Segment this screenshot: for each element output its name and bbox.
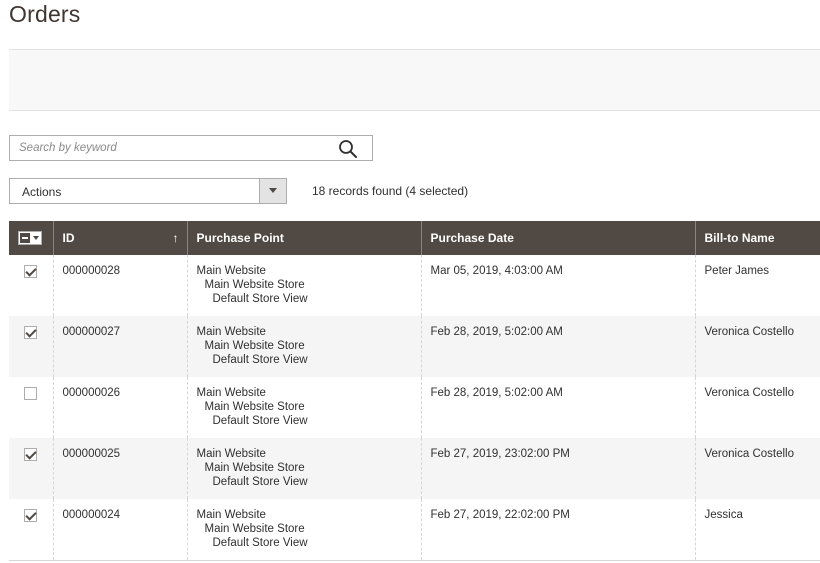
purchase-point-website: Main Website [196,265,266,277]
cell-id: 000000025 [52,438,187,499]
cell-bill-to-name: Veronica Costello [694,316,820,377]
cell-purchase-point: Main Website Main Website Store Default St… [186,377,421,438]
row-checkbox[interactable] [24,387,37,400]
cell-bill-to-name: Peter James [694,255,820,316]
purchase-point-store: Main Website Store [204,523,305,535]
purchase-point-store: Main Website Store [204,279,305,291]
column-header-id-label: ID [62,231,75,245]
purchase-point-store: Main Website Store [204,340,305,352]
cell-purchase-point: Main Website Main Website Store Default St… [186,499,421,561]
row-checkbox[interactable] [24,448,37,461]
search-input[interactable] [10,136,330,160]
column-header-purchase-date[interactable]: Purchase Date [420,221,695,255]
chevron-down-icon [33,236,39,241]
row-select-cell [9,316,53,377]
cell-id: 000000024 [52,499,187,561]
column-header-purchase-point[interactable]: Purchase Point [186,221,421,255]
grid-header-row: ID ↑ Purchase Point Purchase Date Bill-t… [9,221,820,255]
purchase-point-store-view: Default Store View [212,354,308,366]
sort-ascending-icon: ↑ [172,231,179,245]
cell-purchase-date: Feb 28, 2019, 5:02:00 AM [420,316,695,377]
cell-id: 000000028 [52,255,187,316]
table-row[interactable]: 000000025 Main Website Main Website Store D… [9,438,820,499]
table-row[interactable]: 000000027 Main Website Main Website Store D… [9,316,820,377]
mass-select-header [9,221,53,255]
table-row[interactable]: 000000026 Main Website Main Website Store D… [9,377,820,438]
cell-purchase-date: Mar 05, 2019, 4:03:00 AM [420,255,695,316]
cell-purchase-date: Feb 28, 2019, 5:02:00 AM [420,377,695,438]
column-header-bill-to-name[interactable]: Bill-to Name [694,221,820,255]
purchase-point-website: Main Website [196,387,266,399]
search-box [9,135,373,161]
row-checkbox[interactable] [24,509,37,522]
cell-purchase-date: Feb 27, 2019, 23:02:00 PM [420,438,695,499]
row-select-cell [9,255,53,316]
page-actions-bar [9,49,820,111]
purchase-point-store-view: Default Store View [212,537,308,549]
page-title: Orders [9,1,81,27]
row-select-cell [9,377,53,438]
orders-grid: ID ↑ Purchase Point Purchase Date Bill-t… [9,221,820,561]
purchase-point-store: Main Website Store [204,462,305,474]
purchase-point-store: Main Website Store [204,401,305,413]
purchase-point-store-view: Default Store View [212,476,308,488]
mass-select-checkbox-icon [20,233,30,244]
records-found-text: 18 records found (4 selected) [312,184,469,198]
purchase-point-website: Main Website [196,326,266,338]
actions-dropdown-label: Actions [22,185,62,199]
mass-select-dropdown[interactable] [18,231,42,246]
cell-bill-to-name: Veronica Costello [694,438,820,499]
cell-bill-to-name: Jessica [694,499,820,561]
cell-purchase-point: Main Website Main Website Store Default St… [186,438,421,499]
cell-purchase-date: Feb 27, 2019, 22:02:00 PM [420,499,695,561]
purchase-point-store-view: Default Store View [212,293,308,305]
cell-purchase-point: Main Website Main Website Store Default St… [186,255,421,316]
column-header-id[interactable]: ID ↑ [52,221,187,255]
table-row[interactable]: 000000024 Main Website Main Website Store D… [9,499,820,561]
cell-purchase-point: Main Website Main Website Store Default St… [186,316,421,377]
search-icon[interactable] [338,139,358,159]
cell-id: 000000027 [52,316,187,377]
purchase-point-store-view: Default Store View [212,415,308,427]
cell-bill-to-name: Veronica Costello [694,377,820,438]
row-select-cell [9,499,53,561]
actions-dropdown[interactable]: Actions [9,178,287,204]
table-row[interactable]: 000000028 Main Website Main Website Store D… [9,255,820,316]
chevron-down-icon[interactable] [259,179,286,203]
purchase-point-website: Main Website [196,448,266,460]
cell-id: 000000026 [52,377,187,438]
row-select-cell [9,438,53,499]
purchase-point-website: Main Website [196,509,266,521]
row-checkbox[interactable] [24,265,37,278]
row-checkbox[interactable] [24,326,37,339]
